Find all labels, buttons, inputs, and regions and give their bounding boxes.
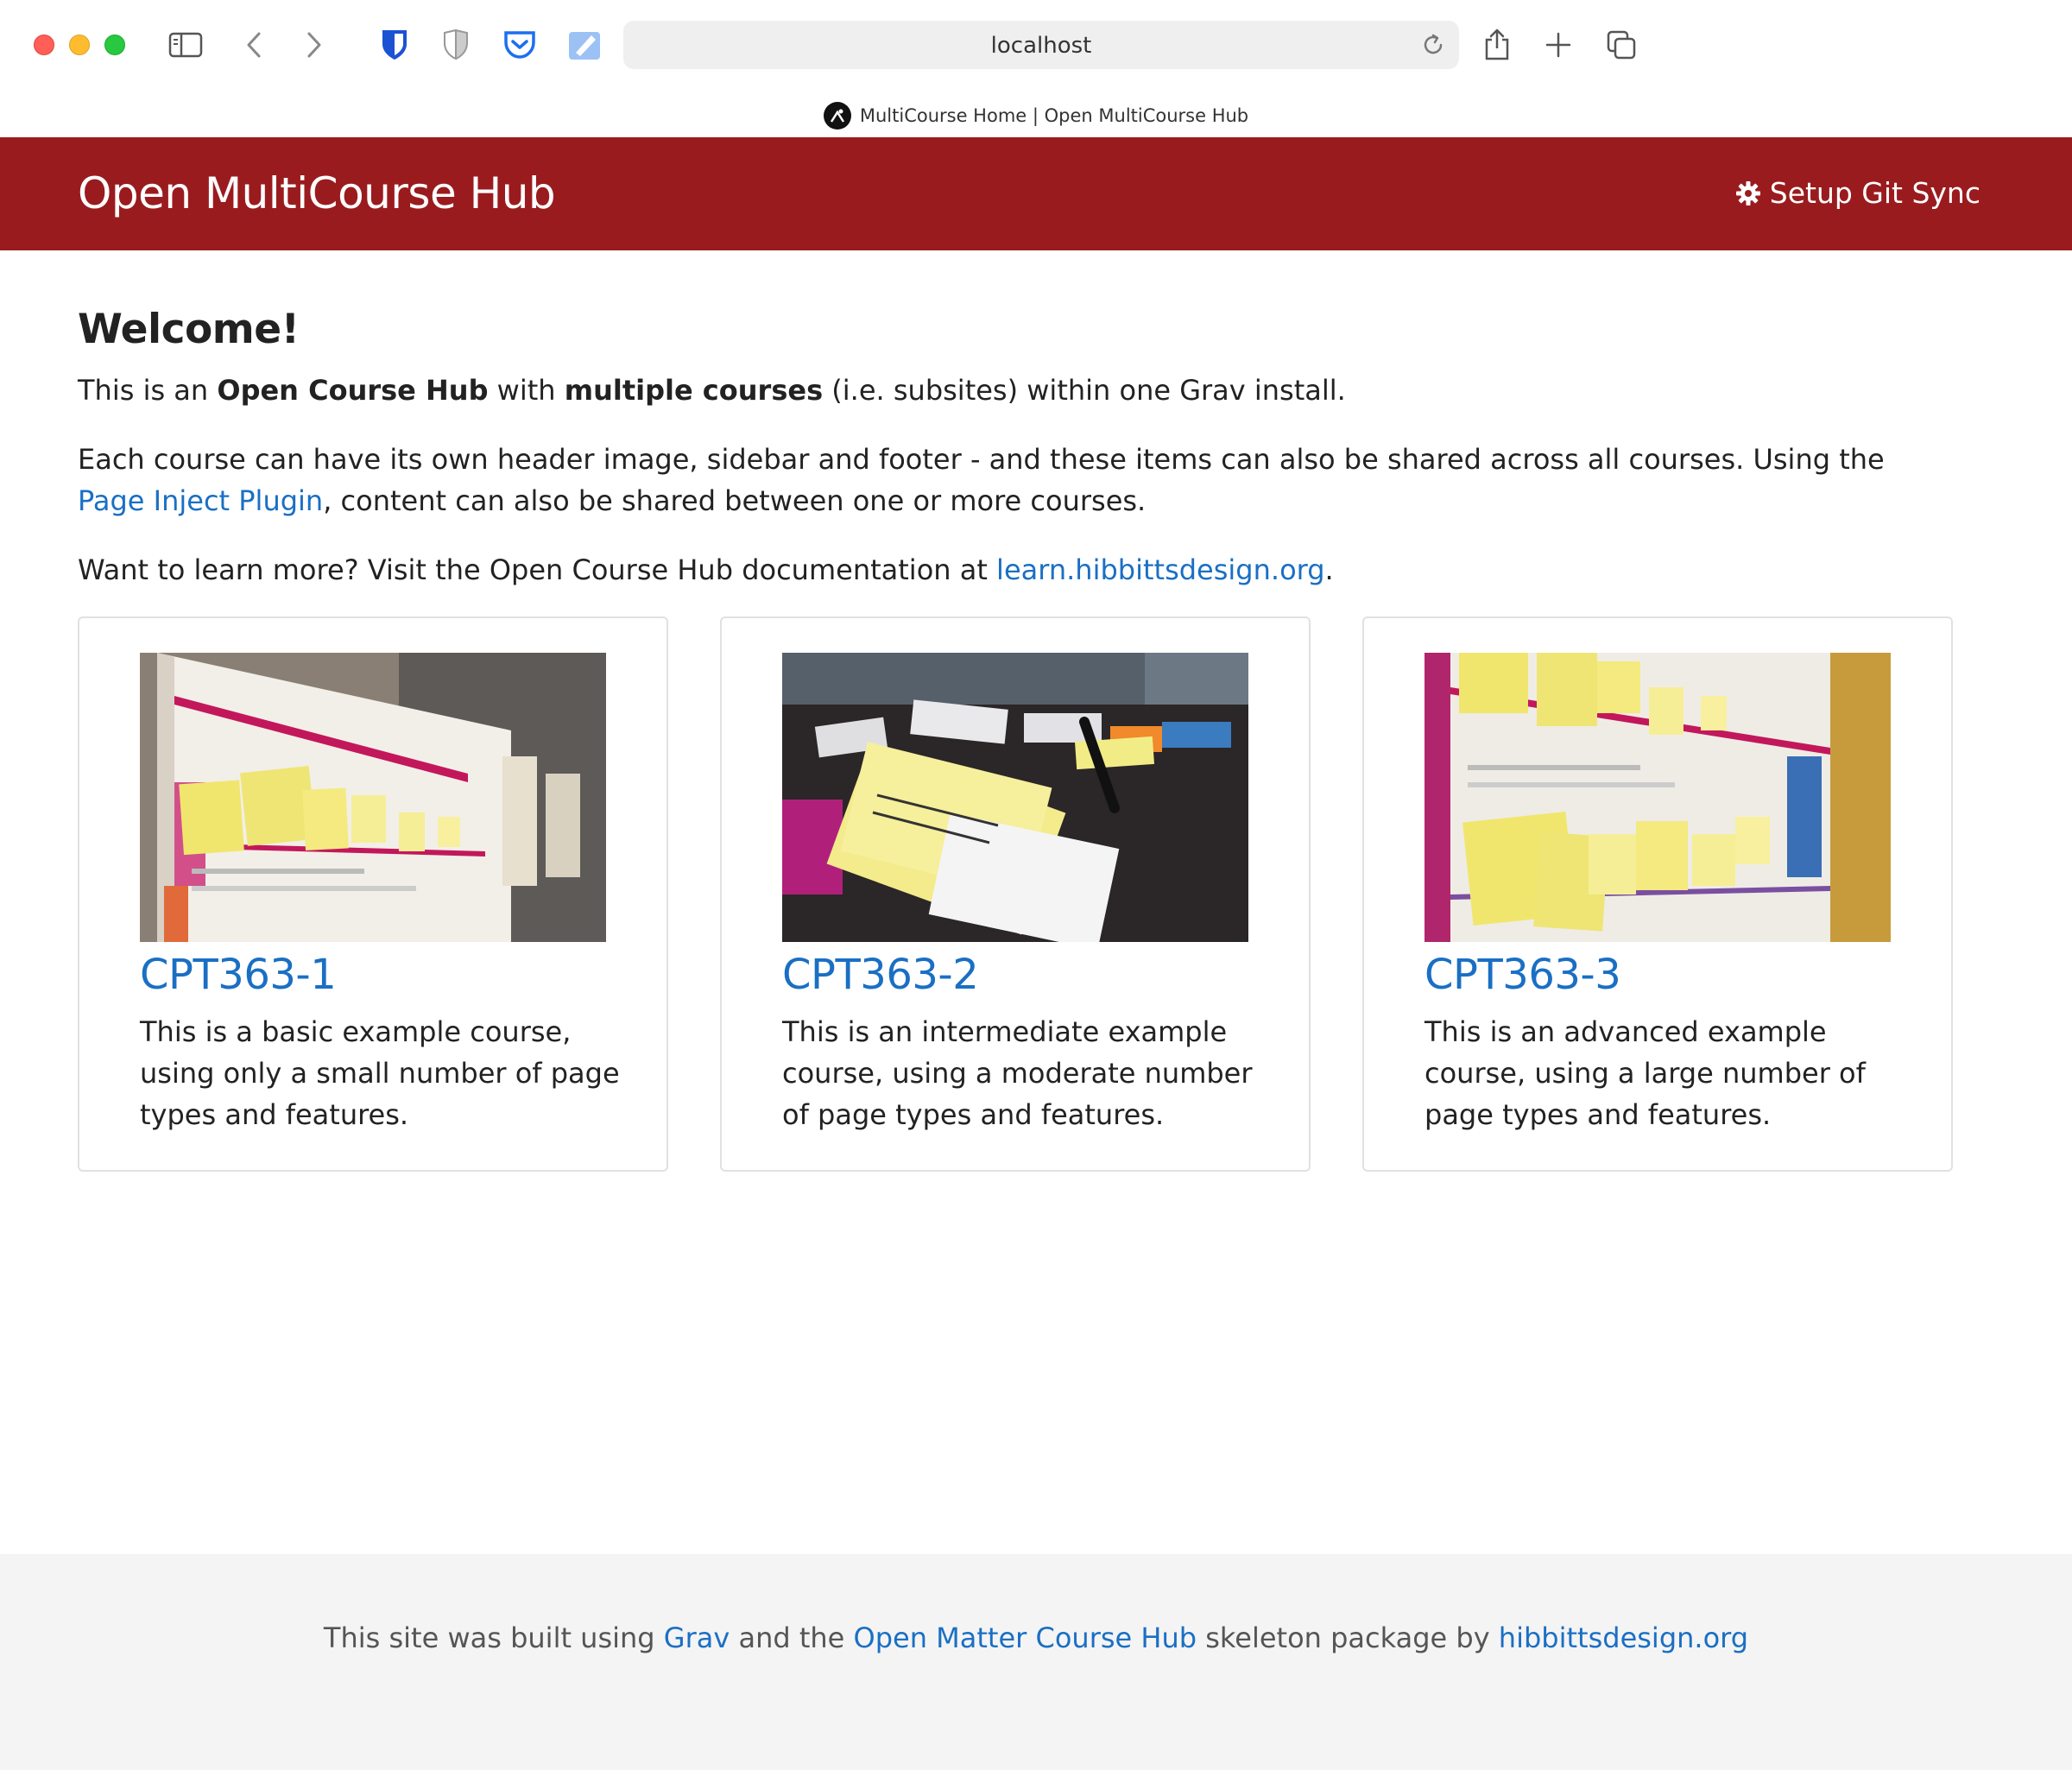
course-card: CPT363-1 This is a basic example course,… (78, 616, 668, 1172)
course-thumbnail-image[interactable] (140, 653, 606, 942)
page-inject-plugin-link[interactable]: Page Inject Plugin (78, 484, 323, 517)
tab-title: MultiCourse Home | Open MultiCourse Hub (859, 105, 1249, 126)
reload-icon[interactable] (1419, 31, 1447, 59)
course-description: This is a basic example course, using on… (140, 1015, 620, 1131)
hibbittsdesign-link[interactable]: hibbittsdesign.org (1499, 1621, 1748, 1654)
course-description: This is an intermediate example course, … (782, 1015, 1253, 1131)
back-arrow-icon[interactable] (235, 26, 273, 64)
close-window-button[interactable] (34, 35, 54, 55)
course-thumbnail-image[interactable] (782, 653, 1248, 942)
privacy-shield-icon[interactable] (437, 26, 475, 64)
bitwarden-shield-icon[interactable] (376, 26, 414, 64)
footer-credits: This site was built using Grav and the O… (0, 1621, 2072, 1654)
grav-link[interactable]: Grav (664, 1621, 730, 1654)
course-title-link[interactable]: CPT363-3 (1424, 951, 1621, 999)
intro-text: (i.e. subsites) within one Grav install. (823, 374, 1346, 407)
git-sync-label: Setup Git Sync (1769, 176, 1980, 210)
footer-text: This site was built using (323, 1621, 664, 1654)
zoom-window-button[interactable] (104, 35, 125, 55)
site-footer: This site was built using Grav and the O… (0, 1554, 2072, 1770)
course-card: CPT363-2 This is an intermediate example… (720, 616, 1311, 1172)
intro-bold-courses: multiple courses (564, 374, 824, 407)
shared-text: , content can also be shared between one… (323, 484, 1147, 517)
intro-text: This is an (78, 374, 218, 407)
forward-arrow-icon[interactable] (295, 26, 333, 64)
site-header: Open MultiCourse Hub Setup Git Sync (0, 137, 2072, 250)
url-text: localhost (990, 33, 1092, 59)
learn-more-paragraph: Want to learn more? Visit the Open Cours… (78, 549, 1334, 591)
markup-extension-icon[interactable] (565, 26, 603, 64)
new-tab-plus-icon[interactable] (1539, 26, 1577, 64)
minimize-window-button[interactable] (69, 35, 90, 55)
grav-favicon-icon (823, 102, 851, 130)
course-thumbnail-image[interactable] (1424, 653, 1891, 942)
intro-text: with (488, 374, 565, 407)
intro-paragraph: This is an Open Course Hub with multiple… (78, 370, 1346, 411)
learn-text: Want to learn more? Visit the Open Cours… (78, 553, 997, 586)
browser-chrome: localhost MultiCourse Home | Open MultiC… (0, 0, 2072, 137)
browser-toolbar: localhost (0, 0, 2072, 90)
tab-overview-icon[interactable] (1602, 26, 1640, 64)
footer-text: and the (730, 1621, 854, 1654)
pocket-icon[interactable] (501, 26, 539, 64)
course-card: CPT363-3 This is an advanced example cou… (1362, 616, 1953, 1172)
shared-text: Each course can have its own header imag… (78, 443, 1885, 476)
course-description: This is an advanced example course, usin… (1424, 1015, 1866, 1131)
shared-content-paragraph: Each course can have its own header imag… (78, 439, 1960, 522)
course-title-link[interactable]: CPT363-1 (140, 951, 337, 999)
course-title-link[interactable]: CPT363-2 (782, 951, 979, 999)
active-tab[interactable]: MultiCourse Home | Open MultiCourse Hub (0, 98, 2072, 133)
address-bar[interactable]: localhost (623, 21, 1459, 69)
documentation-link[interactable]: learn.hibbittsdesign.org (996, 553, 1325, 586)
open-matter-course-hub-link[interactable]: Open Matter Course Hub (854, 1621, 1197, 1654)
intro-bold-hub: Open Course Hub (217, 374, 489, 407)
setup-git-sync-button[interactable]: Setup Git Sync (1735, 176, 1980, 210)
welcome-heading: Welcome! (78, 306, 300, 353)
sidebar-toggle-icon[interactable] (167, 26, 205, 64)
site-title[interactable]: Open MultiCourse Hub (78, 168, 556, 218)
learn-text: . (1324, 553, 1334, 586)
share-icon[interactable] (1478, 26, 1516, 64)
footer-text: skeleton package by (1197, 1621, 1499, 1654)
gear-icon (1735, 180, 1760, 205)
